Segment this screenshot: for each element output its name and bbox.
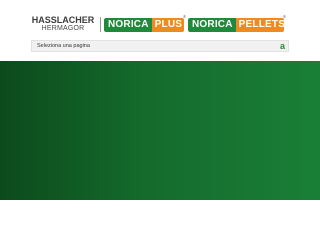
norica-plus-word: NORICA: [104, 18, 152, 32]
site-header: HASSLACHER HERMAGOR NORICA PLUS ® NORICA…: [0, 0, 320, 60]
page-select-label: Seleziona una pagina: [37, 43, 90, 49]
hasslacher-logo[interactable]: HASSLACHER HERMAGOR: [31, 16, 95, 33]
page-select-dropdown[interactable]: Seleziona una pagina a: [31, 40, 289, 52]
brand-sub-text: HERMAGOR: [41, 25, 85, 32]
brand-main-text: HASSLACHER: [31, 15, 95, 25]
dropdown-toggle-icon[interactable]: a: [280, 41, 285, 51]
hero-banner: [0, 61, 320, 200]
norica-pellets-logo[interactable]: NORICA PELLETS: [188, 18, 284, 32]
plus-word: PLUS: [151, 18, 184, 32]
trademark-mark: ®: [183, 14, 186, 19]
page: HASSLACHER HERMAGOR NORICA PLUS ® NORICA…: [0, 0, 320, 240]
trademark-mark: ®: [283, 14, 286, 19]
header-divider: [100, 17, 101, 32]
norica-pellets-word: NORICA: [188, 18, 236, 32]
norica-plus-logo[interactable]: NORICA PLUS: [104, 18, 184, 32]
pellets-word: PELLETS: [235, 18, 284, 32]
